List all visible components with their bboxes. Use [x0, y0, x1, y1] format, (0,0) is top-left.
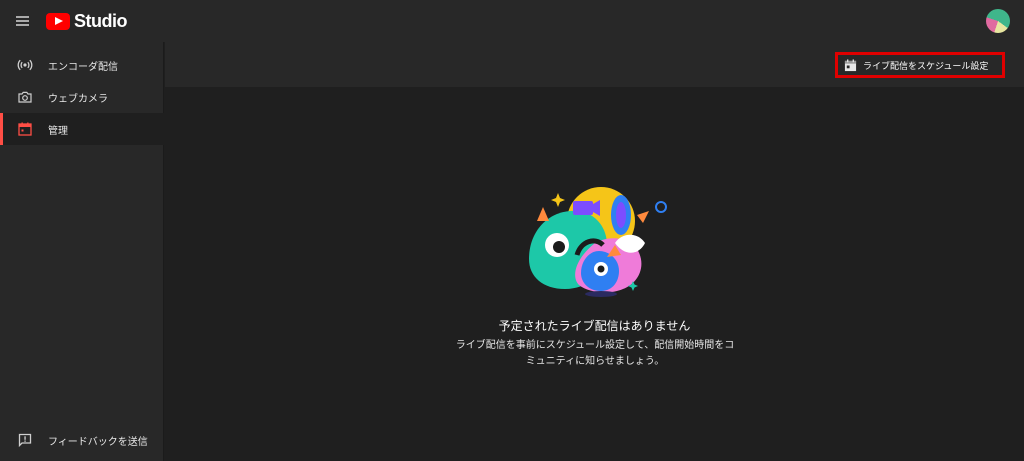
feedback-icon: [18, 433, 32, 448]
sidebar-item-label: エンコーダ配信: [48, 62, 118, 73]
schedule-stream-button[interactable]: ライブ配信をスケジュール設定: [835, 52, 1005, 78]
sidebar-item-label: 管理: [48, 126, 68, 137]
calendar-add-icon: [844, 58, 857, 71]
sidebar: エンコーダ配信 ウェブカメラ 管理 フィードバックを送信: [0, 42, 164, 461]
empty-state-title: 予定されたライブ配信はありません: [498, 319, 691, 333]
sidebar-item-feedback[interactable]: フィードバックを送信: [0, 424, 164, 456]
active-indicator: [0, 113, 3, 145]
avatar[interactable]: [986, 9, 1010, 33]
camera-icon: [18, 91, 32, 103]
calendar-icon: [18, 122, 32, 136]
broadcast-icon: [17, 59, 33, 71]
youtube-studio-logo[interactable]: Studio: [46, 9, 128, 33]
hamburger-menu-icon[interactable]: [13, 11, 33, 31]
sidebar-item-manage[interactable]: 管理: [0, 113, 164, 145]
logo-text: Studio: [74, 10, 128, 31]
youtube-play-icon: [46, 12, 70, 30]
sidebar-item-label: フィードバックを送信: [48, 437, 148, 448]
toolbar: ライブ配信をスケジュール設定: [165, 42, 1024, 87]
empty-state-description: ライブ配信を事前にスケジュール設定して、配信開始時間をコミュニティに知らせましょ…: [455, 340, 735, 367]
main-content: 予定されたライブ配信はありません ライブ配信を事前にスケジュール設定して、配信開…: [165, 87, 1024, 461]
empty-state-illustration: [529, 187, 667, 297]
schedule-stream-label: ライブ配信をスケジュール設定: [863, 61, 989, 72]
top-bar: Studio: [0, 0, 1024, 42]
sidebar-item-webcam[interactable]: ウェブカメラ: [0, 81, 164, 113]
sidebar-item-label: ウェブカメラ: [48, 94, 108, 105]
sidebar-item-encoder[interactable]: エンコーダ配信: [0, 49, 164, 81]
